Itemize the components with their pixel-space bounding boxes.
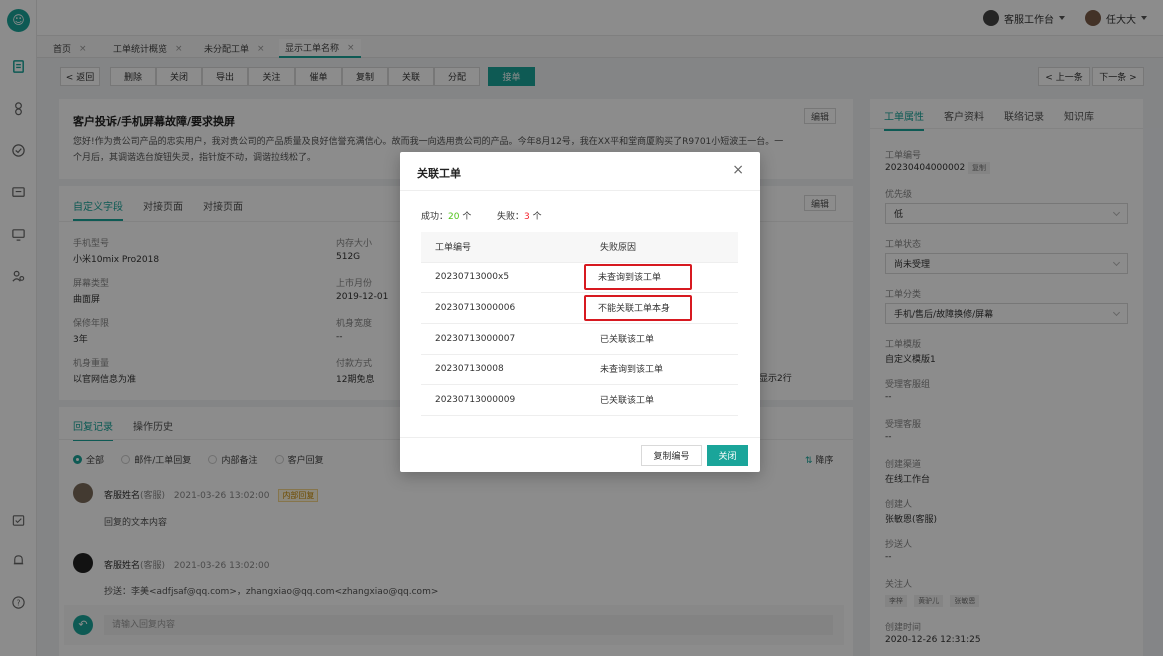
table-row: 20230713000006 不能关联工单本身 bbox=[421, 292, 738, 324]
table-row: 20230713000007 已关联该工单 bbox=[421, 323, 738, 355]
table-row: 20230713000009 已关联该工单 bbox=[421, 384, 738, 416]
col-ticket-no: 工单编号 bbox=[421, 232, 586, 263]
row-reason-cell: 已关联该工单 bbox=[586, 323, 738, 355]
close-icon[interactable]: × bbox=[732, 163, 744, 177]
row-reason: 已关联该工单 bbox=[600, 334, 655, 345]
success-stat: 成功：20 个 bbox=[421, 209, 471, 222]
row-ticket-no: 20230713000006 bbox=[421, 292, 586, 324]
row-reason: 已关联该工单 bbox=[600, 396, 655, 407]
row-reason: 未查询到该工单 bbox=[600, 365, 664, 376]
row-reason-cell: 不能关联工单本身 bbox=[584, 292, 738, 324]
row-ticket-no: 20230713000x5 bbox=[421, 262, 586, 294]
table-row: 202307130008 未查询到该工单 bbox=[421, 354, 738, 386]
modal-footer: 复制编号 关闭 bbox=[400, 437, 760, 472]
copy-ids-button[interactable]: 复制编号 bbox=[641, 445, 702, 466]
col-reason: 失败原因 bbox=[586, 232, 738, 263]
row-reason: 未查询到该工单 bbox=[584, 264, 692, 291]
fail-unit: 个 bbox=[529, 212, 542, 222]
modal-title: 关联工单 bbox=[417, 167, 461, 180]
success-count: 20 bbox=[448, 212, 460, 222]
row-ticket-no: 20230713000009 bbox=[421, 384, 586, 416]
modal-header: 关联工单 × bbox=[400, 152, 760, 191]
row-reason-cell: 已关联该工单 bbox=[586, 384, 738, 416]
close-modal-button[interactable]: 关闭 bbox=[707, 445, 748, 466]
table-header-row: 工单编号 失败原因 bbox=[421, 232, 738, 263]
link-ticket-modal: 关联工单 × 成功：20 个 失败：3 个 工单编号 失败原因 20230713… bbox=[400, 152, 760, 472]
row-ticket-no: 202307130008 bbox=[421, 354, 586, 386]
table-row: 20230713000x5 未查询到该工单 bbox=[421, 262, 738, 294]
row-ticket-no: 20230713000007 bbox=[421, 323, 586, 355]
row-reason-cell: 未查询到该工单 bbox=[584, 262, 738, 294]
fail-stat: 失败：3 个 bbox=[497, 209, 542, 222]
failure-table: 工单编号 失败原因 20230713000x5 未查询到该工单 20230713… bbox=[421, 232, 738, 416]
success-unit: 个 bbox=[459, 212, 472, 222]
row-reason: 不能关联工单本身 bbox=[584, 295, 692, 322]
success-label: 成功： bbox=[421, 212, 449, 222]
fail-label: 失败： bbox=[497, 212, 525, 222]
row-reason-cell: 未查询到该工单 bbox=[586, 354, 738, 386]
